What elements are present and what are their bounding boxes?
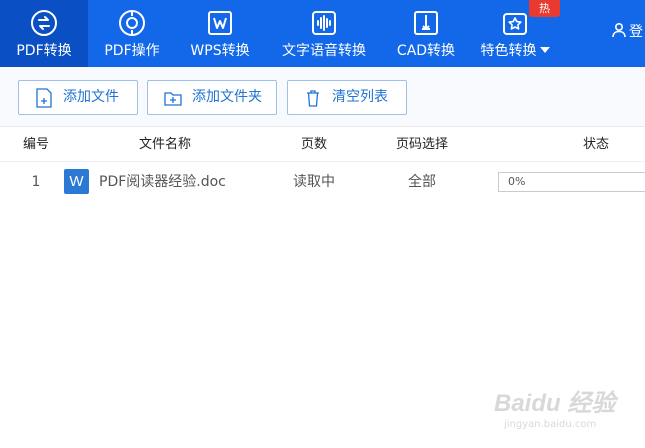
clear-list-label: 清空列表 xyxy=(332,89,388,105)
tab-label-text: 特色转换 xyxy=(480,43,537,59)
tab-label: CAD转换 xyxy=(396,43,456,59)
tab-wps-convert[interactable]: WPS转换 xyxy=(176,0,264,67)
add-file-label: 添加文件 xyxy=(63,89,119,105)
tab-label: 特色转换 xyxy=(470,42,560,60)
column-header-pages: 页数 xyxy=(300,137,327,152)
hot-badge: 热 xyxy=(529,0,560,17)
progress-text: 0% xyxy=(508,175,526,188)
column-header-status: 状态 xyxy=(582,137,609,152)
add-file-icon xyxy=(35,88,53,108)
login-label: 登 xyxy=(629,24,643,40)
tab-cad-convert[interactable]: CAD转换 xyxy=(382,0,470,67)
row-pages: 读取中 xyxy=(293,174,335,190)
tab-label: PDF操作 xyxy=(104,43,160,59)
tab-text-speech[interactable]: 文字语音转换 xyxy=(268,0,380,67)
audio-wave-icon xyxy=(310,9,338,37)
pdf-convert-icon xyxy=(30,9,58,37)
column-header-page-select: 页码选择 xyxy=(395,137,448,152)
word-file-icon: W xyxy=(64,169,89,194)
app-window: PDF转换 PDF操作 WPS转换 文字语音转换 CAD转换 特色转换 热 登 … xyxy=(0,0,645,448)
file-table-header: 编号 文件名称 页数 页码选择 状态 xyxy=(0,128,645,162)
top-nav-bar: PDF转换 PDF操作 WPS转换 文字语音转换 CAD转换 特色转换 热 登 xyxy=(0,0,645,67)
user-icon xyxy=(612,22,626,38)
add-folder-label: 添加文件夹 xyxy=(192,89,262,105)
add-file-button[interactable]: 添加文件 xyxy=(18,80,138,115)
add-folder-button[interactable]: 添加文件夹 xyxy=(147,80,277,115)
row-index: 1 xyxy=(31,174,41,190)
wps-icon xyxy=(206,9,234,37)
column-header-filename: 文件名称 xyxy=(138,137,191,152)
tab-label: WPS转换 xyxy=(190,43,250,59)
star-convert-icon xyxy=(501,9,529,37)
progress-bar: 0% xyxy=(498,172,645,192)
watermark-brand: Baidu 经验 xyxy=(494,390,616,417)
tab-label: 文字语音转换 xyxy=(282,43,366,59)
clear-list-button[interactable]: 清空列表 xyxy=(287,80,407,115)
trash-icon xyxy=(304,88,322,108)
cad-icon xyxy=(412,9,440,37)
baidu-watermark: Baidu 经验 jingyan.baidu.com xyxy=(494,373,644,443)
login-button[interactable]: 登 xyxy=(611,22,643,42)
caret-down-icon xyxy=(539,47,550,53)
row-page-select[interactable]: 全部 xyxy=(372,163,472,201)
tab-pdf-operate[interactable]: PDF操作 xyxy=(88,0,176,67)
row-filename: PDF阅读器经验.doc xyxy=(99,174,226,190)
add-folder-icon xyxy=(164,88,182,108)
action-toolbar: 添加文件 添加文件夹 清空列表 xyxy=(0,67,645,127)
watermark-url: jingyan.baidu.com xyxy=(504,419,597,430)
pdf-operate-icon xyxy=(118,9,146,37)
tab-label: PDF转换 xyxy=(16,43,72,59)
tab-pdf-convert[interactable]: PDF转换 xyxy=(0,0,88,67)
table-row[interactable]: 1 W PDF阅读器经验.doc 读取中 全部 0% xyxy=(0,163,645,201)
